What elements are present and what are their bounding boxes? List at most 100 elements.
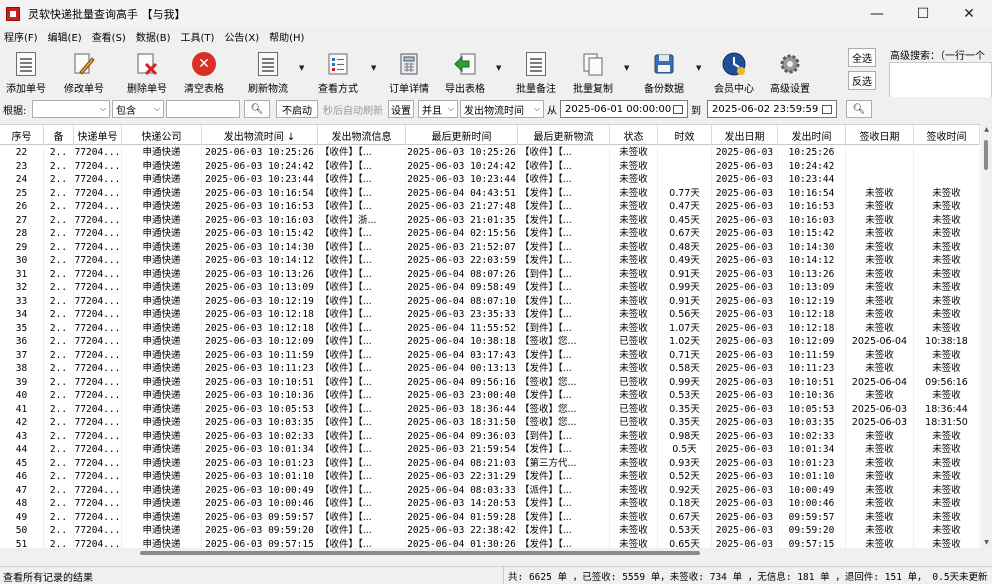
vertical-scrollbar[interactable]: ▲ ▼ [981, 124, 992, 548]
table-row[interactable]: 33 2.. 77204... 申通快递 2025-06-03 10:12:19 【收件】… [0, 294, 980, 308]
keyword-input[interactable] [166, 100, 240, 118]
add-number-button[interactable]: 添加单号 [4, 47, 48, 95]
table-cell: 40 [0, 389, 44, 403]
menu-edit[interactable]: 编辑(E) [48, 29, 82, 44]
table-row[interactable]: 36 2.. 77204... 申通快递 2025-06-03 10:12:09 【收件】… [0, 335, 980, 349]
gear-icon [777, 51, 803, 77]
invert-select-button[interactable]: 反选 [848, 71, 876, 90]
horizontal-scroll-thumb[interactable] [140, 551, 700, 555]
date-search-button[interactable]: 🔍︎ [846, 100, 872, 118]
table-cell: 38 [0, 362, 44, 376]
table-cell: 30 [0, 254, 44, 268]
operator-select[interactable]: 包含 ⌵ [112, 100, 164, 118]
table-row[interactable]: 35 2.. 77204... 申通快递 2025-06-03 10:12:18 【收件】… [0, 321, 980, 335]
table-cell: 申通快递 [122, 402, 202, 416]
edit-number-button[interactable]: 修改单号 [62, 47, 106, 95]
order-detail-button[interactable]: 订单详情 [387, 47, 431, 95]
table-row[interactable]: 43 2.. 77204... 申通快递 2025-06-03 10:02:33 【收件】… [0, 429, 980, 443]
clear-table-button[interactable]: ✕ 清空表格 [182, 47, 226, 95]
column-header[interactable]: 状态 [610, 125, 658, 145]
column-header[interactable]: 时效 [658, 125, 712, 145]
to-datetime-picker[interactable]: 2025-06-02 23:59:59 [707, 100, 837, 118]
table-row[interactable]: 37 2.. 77204... 申通快递 2025-06-03 10:11:59 【收件】… [0, 348, 980, 362]
table-row[interactable]: 48 2.. 77204... 申通快递 2025-06-03 10:00:46 【收件】… [0, 497, 980, 511]
table-row[interactable]: 24 2.. 77204... 申通快递 2025-06-03 10:23:44 【收件】… [0, 173, 980, 187]
table-cell: 1.02天 [658, 335, 712, 349]
column-header[interactable]: 序号 [0, 125, 44, 145]
menu-notice[interactable]: 公告(X) [224, 29, 259, 44]
backup-data-button[interactable]: 备份数据 [642, 47, 686, 95]
minimize-button[interactable]: — [854, 0, 900, 28]
menu-data[interactable]: 数据(B) [136, 29, 171, 44]
column-header[interactable]: 发出时间 [778, 125, 846, 145]
table-row[interactable]: 23 2.. 77204... 申通快递 2025-06-03 10:24:42 【收件】… [0, 159, 980, 173]
table-row[interactable]: 46 2.. 77204... 申通快递 2025-06-03 10:01:10 【收件】… [0, 470, 980, 484]
view-dropdown-arrow[interactable]: ▼ [371, 64, 376, 72]
horizontal-scrollbar[interactable] [0, 548, 981, 558]
column-header[interactable]: 备 [44, 125, 74, 145]
column-header[interactable]: 发出日期 [712, 125, 778, 145]
backup-dropdown-arrow[interactable]: ▼ [696, 64, 701, 72]
copy-dropdown-arrow[interactable]: ▼ [624, 64, 629, 72]
menu-program[interactable]: 程序(F) [4, 29, 38, 44]
column-header[interactable]: 快递公司 [122, 125, 202, 145]
table-row[interactable]: 30 2.. 77204... 申通快递 2025-06-03 10:14:12 【收件】… [0, 254, 980, 268]
column-header[interactable]: 最后更新物流 [518, 125, 610, 145]
column-header[interactable]: 签收日期 [846, 125, 914, 145]
table-cell: 未签收 [610, 146, 658, 160]
table-row[interactable]: 42 2.. 77204... 申通快递 2025-06-03 10:03:35 【收件】… [0, 416, 980, 430]
member-center-button[interactable]: 会员中心 [712, 47, 756, 95]
table-row[interactable]: 38 2.. 77204... 申通快递 2025-06-03 10:11:23 【收件】… [0, 362, 980, 376]
menu-tools[interactable]: 工具(T) [181, 29, 215, 44]
basis-field-select[interactable]: ⌵ [32, 100, 110, 118]
column-header[interactable]: 发出物流信息 [318, 125, 406, 145]
table-row[interactable]: 28 2.. 77204... 申通快递 2025-06-03 10:15:42 【收件】… [0, 227, 980, 241]
batch-note-button[interactable]: 批量备注 [514, 47, 558, 95]
table-row[interactable]: 50 2.. 77204... 申通快递 2025-06-03 09:59:20 【收件】… [0, 524, 980, 538]
table-row[interactable]: 47 2.. 77204... 申通快递 2025-06-03 10:00:49 【收件】… [0, 483, 980, 497]
refresh-dropdown-arrow[interactable]: ▼ [299, 64, 304, 72]
table-row[interactable]: 22 2.. 77204... 申通快递 2025-06-03 10:25:26 【收件】… [0, 146, 980, 160]
table-row[interactable]: 29 2.. 77204... 申通快递 2025-06-03 10:14:30 【收件】… [0, 240, 980, 254]
table-row[interactable]: 39 2.. 77204... 申通快递 2025-06-03 10:10:51 【收件】… [0, 375, 980, 389]
from-datetime-picker[interactable]: 2025-06-01 00:00:00 [560, 100, 688, 118]
settings-button[interactable]: 设置 [388, 100, 414, 118]
batch-copy-button[interactable]: 批量复制 [571, 47, 615, 95]
menu-help[interactable]: 帮助(H) [269, 29, 304, 44]
column-header[interactable]: 快递单号 [74, 125, 122, 145]
table-row[interactable]: 27 2.. 77204... 申通快递 2025-06-03 10:16:03 【收件】… [0, 213, 980, 227]
column-header[interactable]: 最后更新时间 [406, 125, 518, 145]
table-row[interactable]: 45 2.. 77204... 申通快递 2025-06-03 10:01:23 【收件】… [0, 456, 980, 470]
column-header[interactable]: 发出物流时间 ↓ [202, 125, 318, 145]
field-select[interactable]: 发出物流时间 ⌵ [460, 100, 544, 118]
table-row[interactable]: 44 2.. 77204... 申通快递 2025-06-03 10:01:34 【收件】… [0, 443, 980, 457]
table-row[interactable]: 26 2.. 77204... 申通快递 2025-06-03 10:16:53 【收件】… [0, 200, 980, 214]
table-row[interactable]: 49 2.. 77204... 申通快递 2025-06-03 09:59:57 【收件】… [0, 510, 980, 524]
table-row[interactable]: 41 2.. 77204... 申通快递 2025-06-03 10:05:53 【收件】… [0, 402, 980, 416]
table-row[interactable]: 25 2.. 77204... 申通快递 2025-06-03 10:16:54 【收件】… [0, 186, 980, 200]
close-button[interactable]: ✕ [946, 0, 992, 28]
refresh-logistics-button[interactable]: 刷新物流 [246, 47, 290, 95]
auto-refresh-button[interactable]: 秒后自动刷新 [321, 100, 385, 118]
logic-select[interactable]: 并且 ⌵ [418, 100, 458, 118]
delete-number-button[interactable]: 删除单号 [125, 47, 169, 95]
search-button[interactable]: 🔍︎ [244, 100, 270, 118]
export-table-button[interactable]: 导出表格 [443, 47, 487, 95]
table-row[interactable]: 31 2.. 77204... 申通快递 2025-06-03 10:13:26 【收件】… [0, 267, 980, 281]
menu-view[interactable]: 查看(S) [92, 29, 126, 44]
select-all-button[interactable]: 全选 [848, 48, 876, 67]
scroll-down-icon: ▼ [984, 539, 989, 546]
column-header[interactable]: 签收时间 [914, 125, 980, 145]
advanced-settings-button[interactable]: 高级设置 [768, 47, 812, 95]
maximize-button[interactable]: ☐ [900, 0, 946, 28]
vertical-scroll-thumb[interactable] [984, 140, 988, 170]
table-row[interactable]: 40 2.. 77204... 申通快递 2025-06-03 10:10:36 【收件】… [0, 389, 980, 403]
table-row[interactable]: 34 2.. 77204... 申通快递 2025-06-03 10:12:18 【收件】… [0, 308, 980, 322]
no-auto-button[interactable]: 不启动 [276, 100, 318, 118]
table-cell: 77204... [74, 321, 122, 335]
table-row[interactable]: 51 2.. 77204... 申通快递 2025-06-03 09:57:15 【收件】… [0, 537, 980, 548]
table-row[interactable]: 32 2.. 77204... 申通快递 2025-06-03 10:13:09 【收件】… [0, 281, 980, 295]
view-mode-button[interactable]: 查看方式 [316, 47, 360, 95]
export-dropdown-arrow[interactable]: ▼ [496, 64, 501, 72]
table-cell: 26 [0, 200, 44, 214]
